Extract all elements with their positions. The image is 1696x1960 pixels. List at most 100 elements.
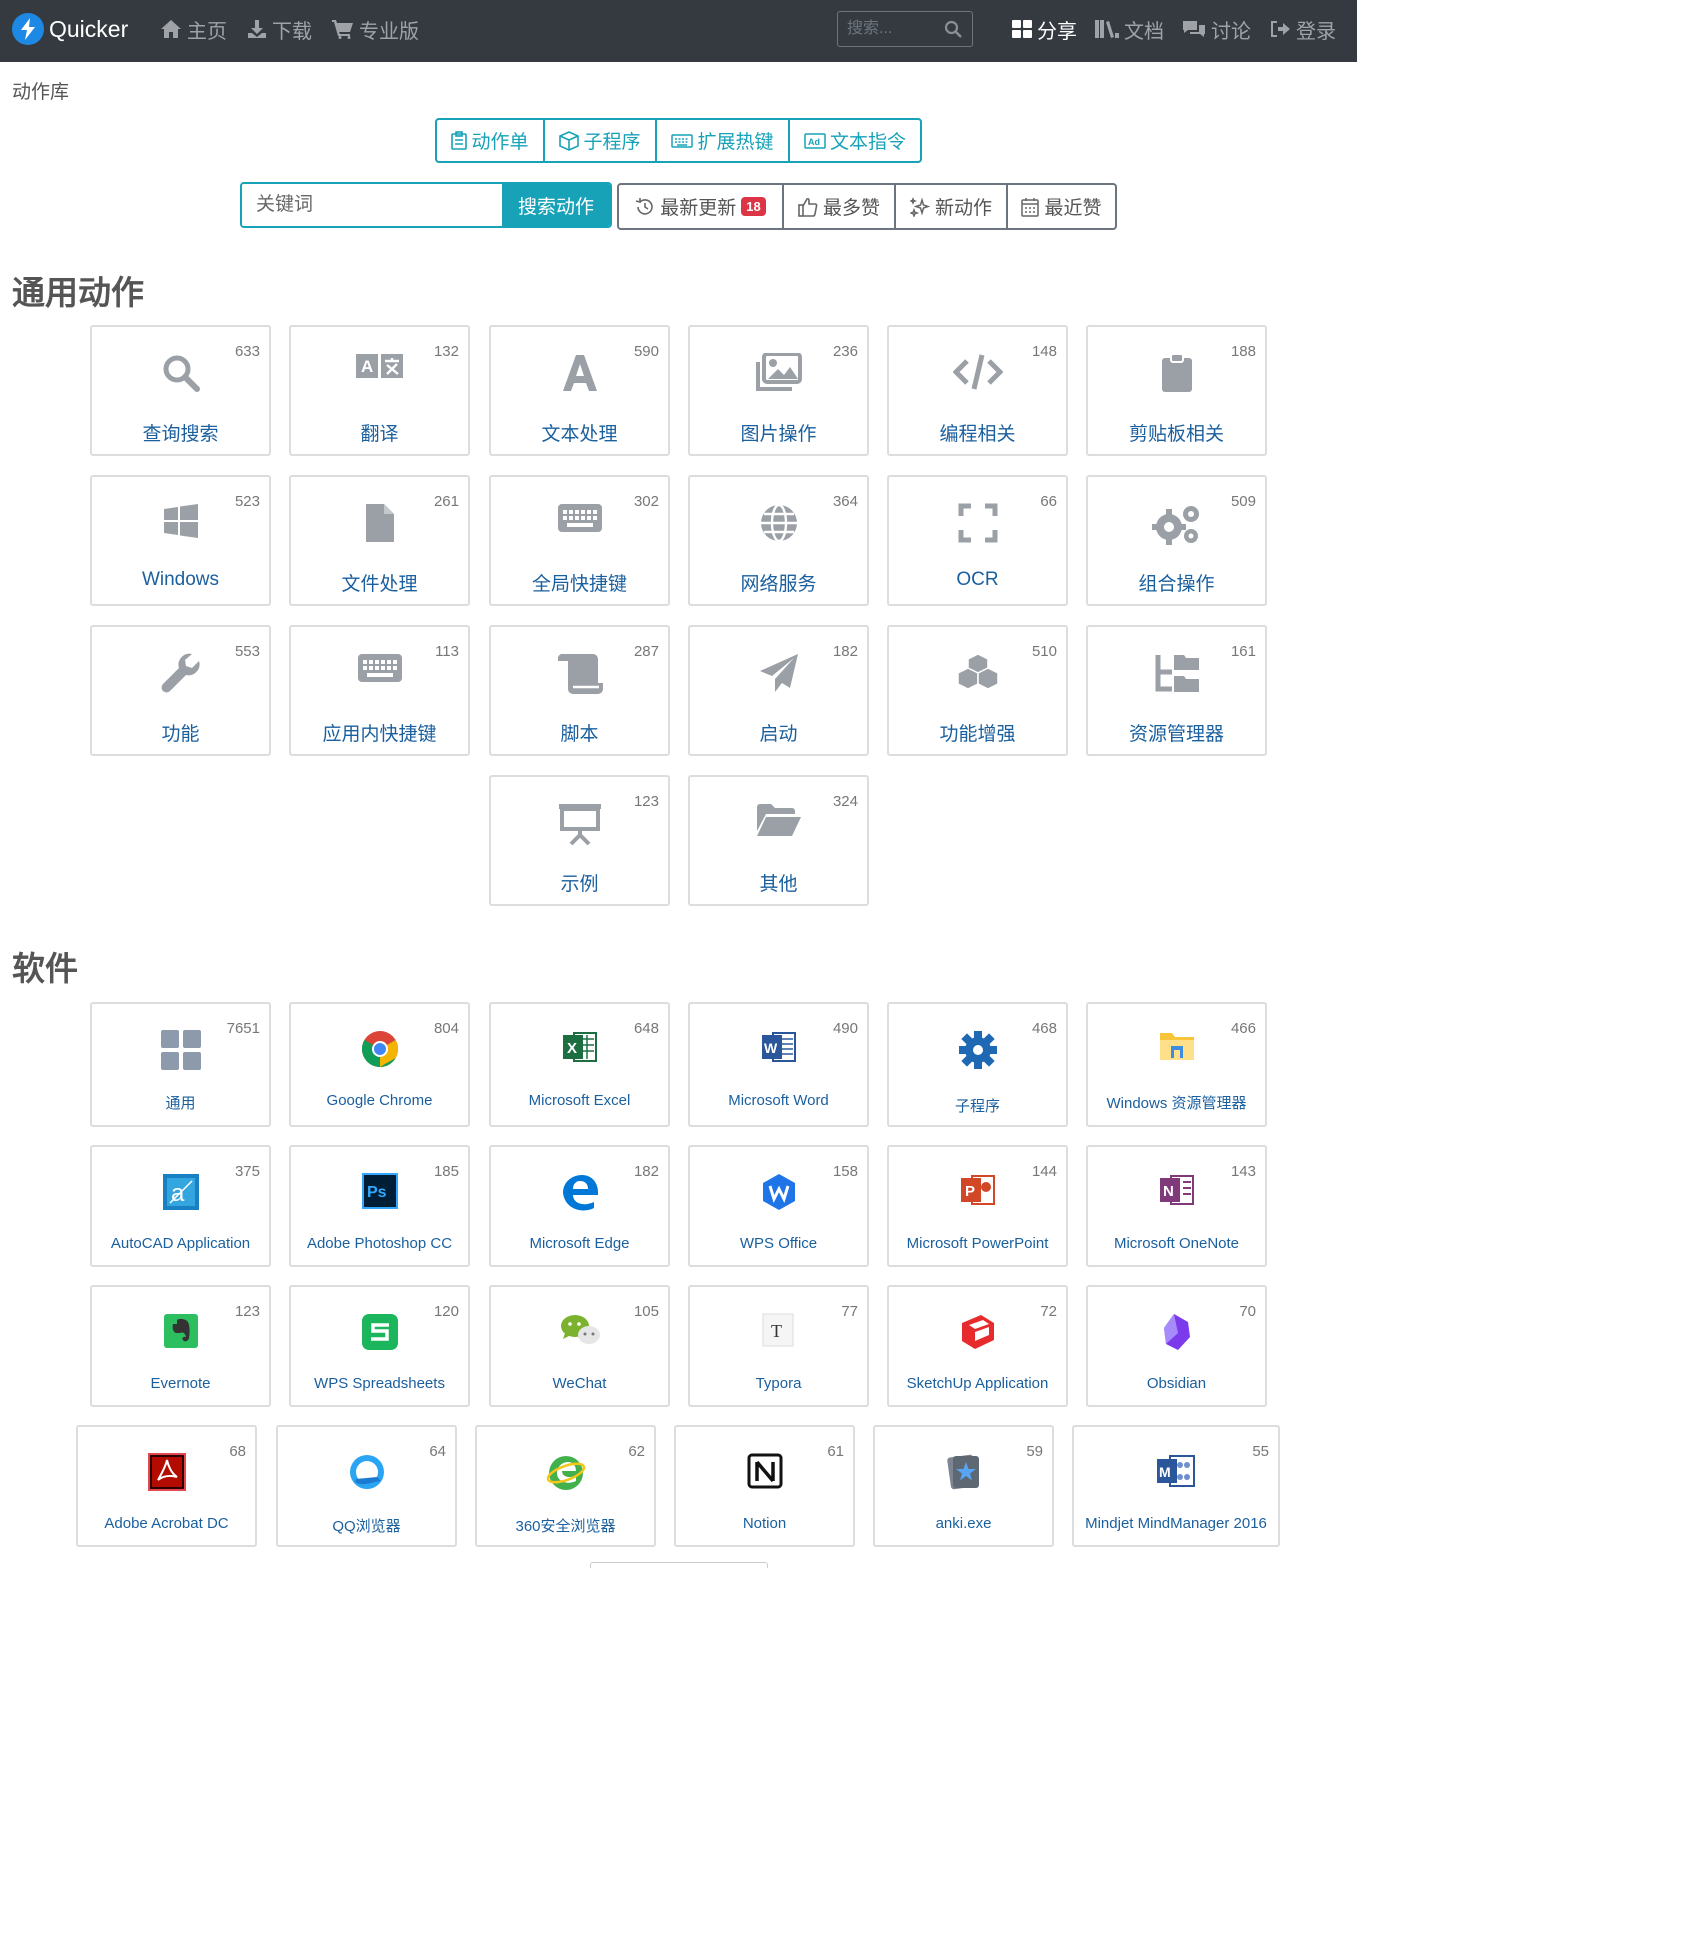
tab-action-list[interactable]: 动作单 [437, 120, 545, 161]
scan-icon [889, 503, 1066, 543]
category-card[interactable]: 375 a AutoCAD Application [90, 1145, 271, 1267]
category-card[interactable]: 158 WPS Office [688, 1145, 869, 1267]
category-card[interactable]: 182 启动 [688, 625, 869, 756]
category-card[interactable]: 364 网络服务 [688, 475, 869, 606]
category-card[interactable]: 490 W Microsoft Word [688, 1002, 869, 1127]
sort-new-actions[interactable]: 新动作 [896, 185, 1008, 228]
tab-text-command[interactable]: Ad 文本指令 [790, 120, 920, 161]
nav-download[interactable]: 下载 [247, 14, 312, 44]
category-card[interactable]: 287 脚本 [489, 625, 670, 756]
category-card[interactable]: 302 全局快捷键 [489, 475, 670, 606]
scroll-icon [491, 653, 668, 695]
sort-recent-liked-label: 最近赞 [1044, 198, 1102, 219]
category-label: Microsoft OneNote [1113, 1235, 1240, 1252]
category-card[interactable]: 236 图片操作 [688, 325, 869, 456]
category-card[interactable]: 148 编程相关 [887, 325, 1068, 456]
category-card[interactable]: 113 应用内快捷键 [289, 625, 470, 756]
category-label: Evernote [150, 1375, 211, 1392]
category-label: QQ浏览器 [332, 1518, 401, 1535]
category-card[interactable]: 7651 通用 [90, 1002, 271, 1127]
category-card[interactable]: 132 A 翻译 [289, 325, 470, 456]
category-card[interactable]: 70 Obsidian [1086, 1285, 1267, 1407]
category-card[interactable]: 804 Google Chrome [289, 1002, 470, 1127]
cogs-icon [1088, 503, 1265, 545]
site-search-input[interactable] [838, 12, 938, 46]
category-card[interactable]: 59 anki.exe [873, 1425, 1054, 1547]
cart-icon [332, 20, 353, 39]
category-card[interactable]: 105 WeChat [489, 1285, 670, 1407]
sort-latest[interactable]: 最新更新 18 [619, 185, 784, 228]
nav-share-label: 分享 [1037, 20, 1077, 43]
keyword-input[interactable] [242, 184, 502, 226]
category-card[interactable]: 468 子程序 [887, 1002, 1068, 1127]
font-icon [491, 353, 668, 393]
category-card[interactable]: 188 剪贴板相关 [1086, 325, 1267, 456]
tab-hotkey[interactable]: 扩展热键 [657, 120, 790, 161]
category-card[interactable]: 123 Evernote [90, 1285, 271, 1407]
category-label: 功能 [161, 724, 200, 745]
category-card[interactable]: 55 M Mindjet MindManager 2016 [1072, 1425, 1280, 1547]
type-tabs: 动作单 子程序 扩展热键 Ad 文本指令 [435, 118, 922, 163]
category-card[interactable]: 185 Ps Adobe Photoshop CC [289, 1145, 470, 1267]
section-title-software: 软件 [12, 950, 78, 987]
category-label: 脚本 [560, 724, 599, 745]
code-icon [889, 353, 1066, 391]
category-label: Notion [742, 1515, 787, 1532]
tab-subprogram[interactable]: 子程序 [545, 120, 657, 161]
nav-home[interactable]: 主页 [160, 14, 227, 44]
category-card[interactable]: 161 资源管理器 [1086, 625, 1267, 756]
chrome-icon [291, 1030, 468, 1068]
category-card[interactable]: 523 Windows [90, 475, 271, 606]
search-action-button[interactable]: 搜索动作 [502, 184, 610, 226]
category-card[interactable]: 61 Notion [674, 1425, 855, 1547]
category-card[interactable]: 66 OCR [887, 475, 1068, 606]
category-card[interactable]: 143 N Microsoft OneNote [1086, 1145, 1267, 1267]
category-card[interactable]: 553 功能 [90, 625, 271, 756]
nav-login[interactable]: 登录 [1269, 14, 1336, 44]
category-label: 其他 [759, 874, 798, 895]
category-card[interactable]: 466 Windows 资源管理器 [1086, 1002, 1267, 1127]
category-card[interactable]: 77 T Typora [688, 1285, 869, 1407]
category-card[interactable]: 509 组合操作 [1086, 475, 1267, 606]
category-label: Adobe Acrobat DC [104, 1515, 229, 1532]
category-label: 功能增强 [939, 724, 1016, 745]
pagination-edge [590, 1562, 768, 1568]
category-card[interactable]: 261 文件处理 [289, 475, 470, 606]
nav-discuss[interactable]: 讨论 [1182, 14, 1251, 44]
cubes-icon [889, 653, 1066, 689]
nav-pro[interactable]: 专业版 [332, 14, 419, 44]
category-card[interactable]: 182 Microsoft Edge [489, 1145, 670, 1267]
category-card[interactable]: 68 Adobe Acrobat DC [76, 1425, 257, 1547]
category-card[interactable]: 324 其他 [688, 775, 869, 906]
sort-recent-liked[interactable]: 最近赞 [1008, 185, 1115, 228]
category-card[interactable]: 120 WPS Spreadsheets [289, 1285, 470, 1407]
book-icon [1095, 20, 1119, 38]
nav-share[interactable]: 分享 [1012, 14, 1077, 44]
category-label: 全局快捷键 [531, 574, 627, 595]
brand[interactable]: Quicker [12, 12, 128, 46]
category-card[interactable]: 62 360安全浏览器 [475, 1425, 656, 1547]
nav-docs[interactable]: 文档 [1095, 14, 1164, 44]
category-card[interactable]: 64 QQ浏览器 [276, 1425, 457, 1547]
search-icon [92, 353, 269, 393]
word-icon: W [690, 1030, 867, 1064]
category-card[interactable]: 123 示例 [489, 775, 670, 906]
tab-text-command-label: 文本指令 [829, 132, 906, 153]
category-card[interactable]: 590 文本处理 [489, 325, 670, 456]
search-icon[interactable] [944, 20, 962, 38]
sort-most-liked[interactable]: 最多赞 [784, 185, 896, 228]
file-icon [291, 503, 468, 543]
presentation-icon [491, 803, 668, 845]
tab-subprogram-label: 子程序 [583, 132, 641, 153]
thumbs-up-icon [798, 197, 818, 217]
svg-text:Ps: Ps [367, 1184, 387, 1201]
category-card[interactable]: 648 X Microsoft Excel [489, 1002, 670, 1127]
category-card[interactable]: 510 功能增强 [887, 625, 1068, 756]
category-card[interactable]: 633 查询搜索 [90, 325, 271, 456]
explorer-icon [1088, 1030, 1265, 1062]
folder-tree-icon [1088, 653, 1265, 693]
folder-open-icon [690, 803, 867, 837]
category-card[interactable]: 72 SketchUp Application [887, 1285, 1068, 1407]
category-card[interactable]: 144 P Microsoft PowerPoint [887, 1145, 1068, 1267]
section-title-general: 通用动作 [12, 274, 144, 311]
